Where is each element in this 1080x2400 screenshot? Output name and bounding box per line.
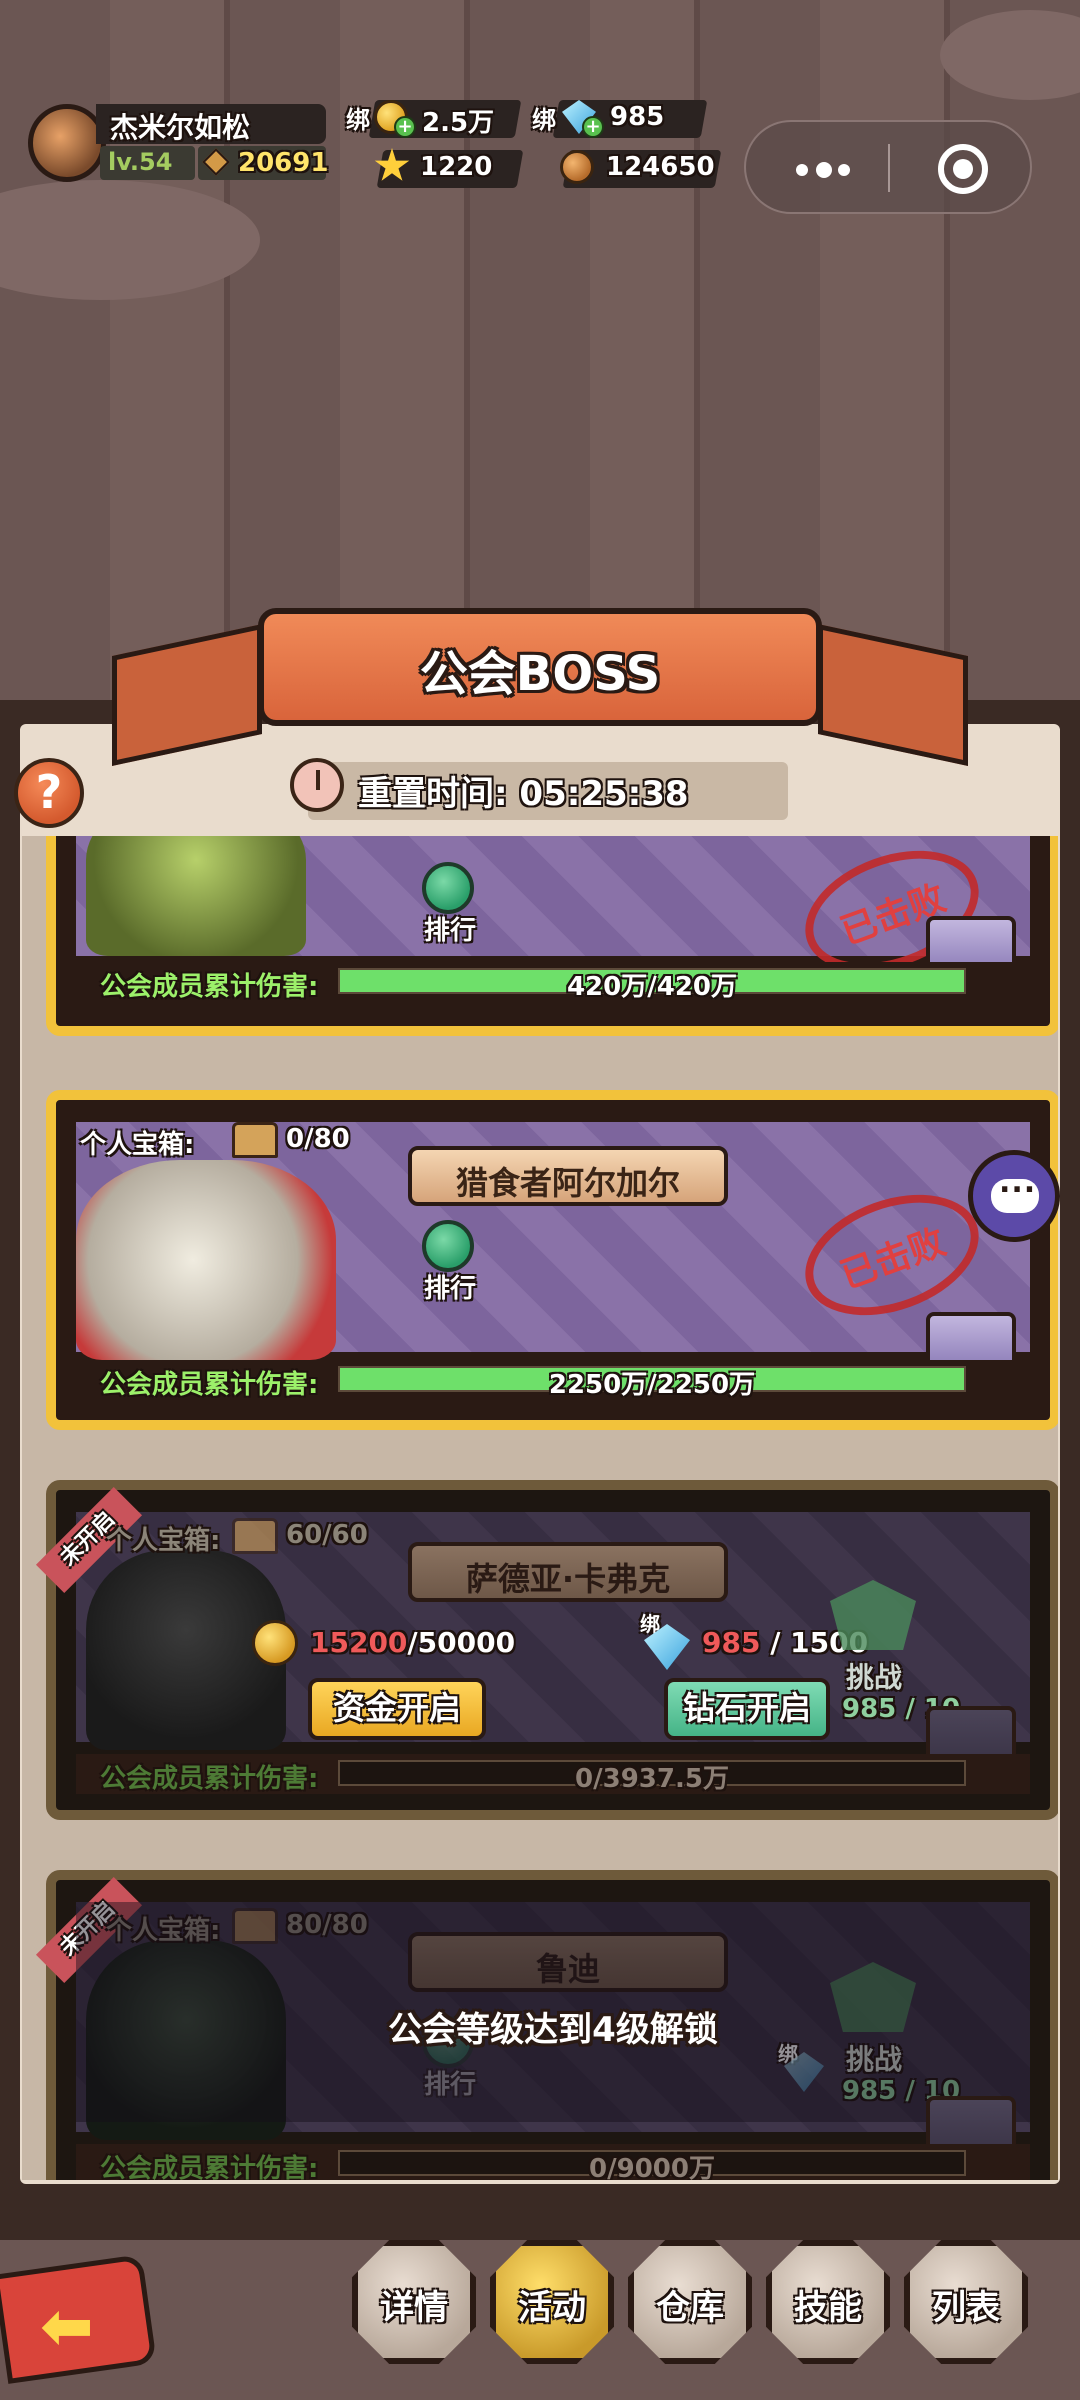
gold-cost-total: /50000: [407, 1626, 516, 1659]
bound-gem-value: 985: [610, 102, 665, 132]
gem-cost-current: 985: [702, 1626, 761, 1659]
avatar[interactable]: [28, 104, 106, 182]
damage-label: 公会成员累计伤害:: [100, 2154, 319, 2180]
nav-list-label: 列表: [932, 2288, 1000, 2328]
damage-label: 公会成员累计伤害:: [100, 1764, 319, 1794]
bound-gold-label: 绑: [346, 106, 370, 134]
personal-chest-label: 个人宝箱:: [106, 1526, 221, 1556]
chat-bubble-icon: [991, 1165, 1039, 1213]
player-level: lv.54: [108, 148, 173, 176]
rank-label: 排行: [423, 916, 476, 946]
bound-gold-value: 2.5万: [422, 108, 495, 138]
player-power: 20691: [238, 148, 329, 178]
more-dot-icon: [816, 162, 832, 178]
boss-list[interactable]: 排行 已击败 公会成员累计伤害: 420万/420万 个人宝箱: 0/80 猎食…: [22, 836, 1058, 2180]
nav-activity-label: 活动: [518, 2288, 586, 2328]
rank-label: 排行: [423, 1274, 476, 1304]
gold-cost: 15200/50000: [310, 1626, 515, 1659]
nav-skills-label: 技能: [794, 2288, 862, 2328]
chat-button[interactable]: [968, 1150, 1060, 1242]
more-button[interactable]: [786, 148, 896, 188]
reset-timer: 重置时间: 05:25:38: [358, 774, 689, 814]
personal-chest-count: 60/60: [286, 1520, 368, 1550]
help-button[interactable]: ?: [14, 758, 84, 828]
more-dot-icon: [838, 164, 850, 176]
add-gem-icon[interactable]: +: [582, 116, 604, 138]
copper-value: 124650: [606, 152, 715, 182]
boss-portrait: [76, 1160, 336, 1360]
unlock-requirement: 公会等级达到4级解锁: [388, 2010, 718, 2050]
damage-label: 公会成员累计伤害:: [100, 972, 319, 1002]
rank-button[interactable]: 排行: [412, 862, 482, 946]
gold-cost-icon: [252, 1620, 298, 1666]
rank-button[interactable]: 排行: [412, 1220, 482, 1304]
page-title: 公会BOSS: [419, 646, 661, 702]
background-shape: [940, 10, 1080, 100]
boss-card[interactable]: 未开启 个人宝箱: 60/60 萨德亚·卡弗克 15200/50000 绑 98…: [35, 1480, 1058, 1820]
copper-coin-icon: [560, 150, 594, 184]
chest-icon: [232, 1518, 278, 1554]
gold-open-button[interactable]: 资金开启: [308, 1678, 486, 1740]
trophy-icon: [422, 1220, 474, 1272]
stars-value: 1220: [420, 152, 493, 182]
damage-value: 2250万/2250万: [548, 1370, 756, 1400]
add-gold-icon[interactable]: +: [394, 116, 416, 138]
damage-value: 0/9000万: [589, 2154, 715, 2180]
personal-chest-count: 0/80: [286, 1124, 350, 1154]
miniprogram-capsule: [744, 120, 1032, 214]
capsule-divider: [888, 144, 890, 192]
challenge-label: 挑战: [846, 1661, 903, 1694]
boss-portrait: [86, 836, 306, 956]
clock-icon: [290, 758, 344, 812]
damage-value: 420万/420万: [566, 972, 738, 1002]
boss-card[interactable]: 未开启 个人宝箱: 80/80 鲁迪 排行 挑战 绑 985 / 10 公会等级…: [35, 1870, 1058, 2180]
more-dot-icon: [796, 164, 808, 176]
back-arrow-icon: ⬅: [40, 2290, 94, 2364]
boss-card[interactable]: 个人宝箱: 0/80 猎食者阿尔加尔 排行 已击败 公会成员累计伤害: 2250…: [46, 1090, 1058, 1430]
nav-warehouse-label: 仓库: [656, 2288, 724, 2328]
damage-value: 0/3937.5万: [575, 1764, 729, 1794]
gold-cost-current: 15200: [310, 1626, 408, 1659]
bound-gem-label: 绑: [532, 106, 556, 134]
boss-name: 萨德亚·卡弗克: [465, 1560, 671, 1598]
damage-label: 公会成员累计伤害:: [100, 1370, 319, 1400]
player-name: 杰米尔如松: [110, 111, 251, 144]
gem-open-button[interactable]: 钻石开启: [664, 1678, 830, 1740]
close-miniprogram-icon[interactable]: [938, 144, 988, 194]
chest-icon: [232, 1122, 278, 1158]
nav-details-label: 详情: [380, 2288, 448, 2328]
boss-name: 猎食者阿尔加尔: [455, 1164, 680, 1202]
personal-chest-label: 个人宝箱:: [80, 1130, 195, 1160]
trophy-icon: [422, 862, 474, 914]
boss-card[interactable]: 排行 已击败 公会成员累计伤害: 420万/420万: [46, 836, 1058, 1036]
